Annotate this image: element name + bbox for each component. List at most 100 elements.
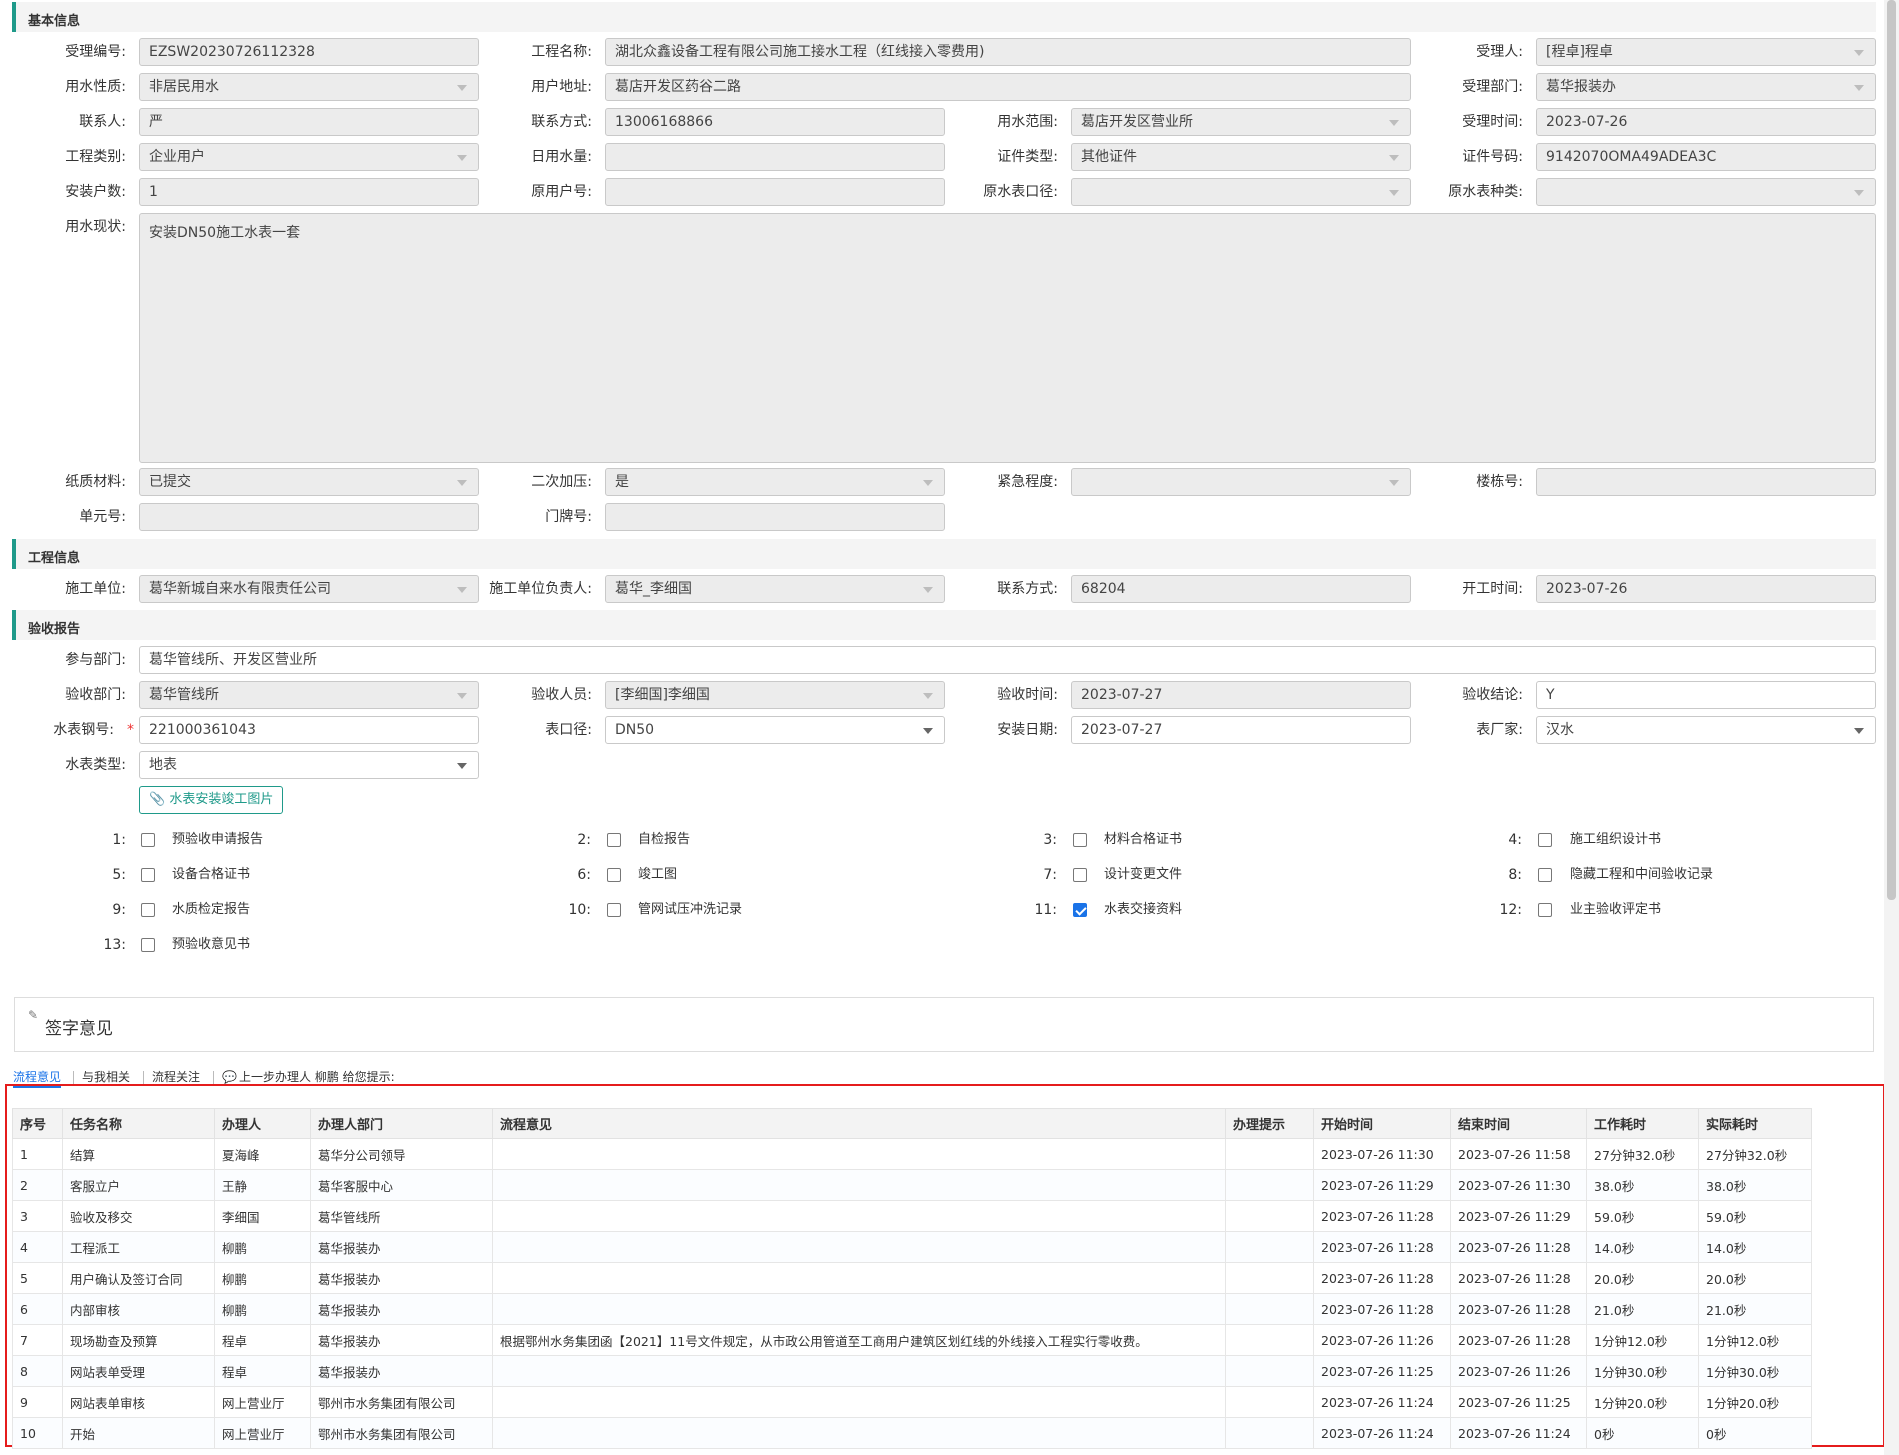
header-cell[interactable]: 工作耗时 <box>1586 1108 1699 1139</box>
signature-opinion-box[interactable]: ✎ 签字意见 <box>14 997 1874 1052</box>
table-row[interactable]: 2 客服立户 王静 葛华客服中心 2023-07-26 11:29 2023-07-26 … <box>12 1169 1812 1201</box>
check-label: 管网试压冲洗记录 <box>638 902 743 917</box>
scrollbar-thumb[interactable] <box>1887 0 1896 900</box>
paper-material-select[interactable]: 已提交 <box>139 468 479 496</box>
table-cell: 2023-07-26 11:25 <box>1450 1386 1587 1418</box>
builder-select[interactable]: 葛华新城自来水有限责任公司 <box>139 575 479 603</box>
meter-no-field[interactable]: 221000361043 <box>139 716 479 744</box>
checkbox[interactable] <box>141 868 155 882</box>
depts-label: 参与部门: <box>65 652 126 668</box>
checkbox[interactable] <box>1538 833 1552 847</box>
accept-time-field[interactable]: 2023-07-26 <box>1536 108 1876 136</box>
table-row[interactable]: 5 用户确认及签订合同 柳鹏 葛华报装办 2023-07-26 11:28 2023-07… <box>12 1262 1812 1294</box>
checkbox[interactable] <box>1073 833 1087 847</box>
table-row[interactable]: 6 内部审核 柳鹏 葛华报装办 2023-07-26 11:28 2023-07-26 1… <box>12 1293 1812 1325</box>
table-row[interactable]: 10 开始 网上营业厅 鄂州市水务集团有限公司 2023-07-26 11:24 2023… <box>12 1417 1812 1449</box>
daily-water-field[interactable] <box>605 143 945 171</box>
urgency-select[interactable] <box>1071 468 1411 496</box>
table-cell: 1分钟30.0秒 <box>1586 1355 1699 1387</box>
table-row[interactable]: 3 验收及移交 李细国 葛华管线所 2023-07-26 11:28 2023-07-26… <box>12 1200 1812 1232</box>
project-type-label: 工程类别: <box>65 149 126 165</box>
cert-type-select[interactable]: 其他证件 <box>1071 143 1411 171</box>
table-cell: 1分钟20.0秒 <box>1698 1386 1812 1418</box>
table-cell: 柳鹏 <box>214 1293 311 1325</box>
secondary-pressure-select[interactable]: 是 <box>605 468 945 496</box>
water-status-textarea[interactable]: 安装DN50施工水表一套 <box>139 213 1876 463</box>
orig-meter-type-label: 原水表种类: <box>1448 184 1523 200</box>
header-cell[interactable]: 办理提示 <box>1225 1108 1314 1139</box>
install-date-field[interactable]: 2023-07-27 <box>1071 716 1411 744</box>
checkbox[interactable] <box>1538 903 1552 917</box>
checkbox[interactable] <box>1538 868 1552 882</box>
table-row[interactable]: 7 现场勘查及预算 程卓 葛华报装办 根据鄂州水务集团函【2021】11号文件规定，从市… <box>12 1324 1812 1356</box>
caliber-select[interactable]: DN50 <box>605 716 945 744</box>
water-nature-select[interactable]: 非居民用水 <box>139 73 479 101</box>
table-cell <box>1225 1200 1314 1232</box>
table-cell: 网上营业厅 <box>214 1417 311 1449</box>
building-no-label: 楼栋号: <box>1476 474 1523 490</box>
table-row[interactable]: 4 工程派工 柳鹏 葛华报装办 2023-07-26 11:28 2023-07-26 1… <box>12 1231 1812 1263</box>
accept-dept2-select[interactable]: 葛华管线所 <box>139 681 479 709</box>
project-type-select[interactable]: 企业用户 <box>139 143 479 171</box>
checkbox[interactable] <box>141 938 155 952</box>
header-cell[interactable]: 结束时间 <box>1450 1108 1587 1139</box>
checkbox[interactable] <box>141 903 155 917</box>
table-cell: 网上营业厅 <box>214 1386 311 1418</box>
project-phone-field[interactable]: 68204 <box>1071 575 1411 603</box>
check-num: 3: <box>1043 832 1057 848</box>
manufacturer-select[interactable]: 汉水 <box>1536 716 1876 744</box>
checkbox[interactable] <box>1073 868 1087 882</box>
header-cell[interactable]: 办理人部门 <box>310 1108 493 1139</box>
header-cell[interactable]: 流程意见 <box>492 1108 1226 1139</box>
table-cell <box>492 1355 1226 1387</box>
table-row[interactable]: 1 结算 夏海峰 葛华分公司领导 2023-07-26 11:30 2023-07-26 … <box>12 1138 1812 1170</box>
header-cell[interactable]: 实际耗时 <box>1698 1108 1812 1139</box>
header-cell[interactable]: 任务名称 <box>62 1108 215 1139</box>
contact-field[interactable]: 严 <box>139 108 479 136</box>
table-cell: 9 <box>12 1386 63 1418</box>
header-cell[interactable]: 序号 <box>12 1108 63 1139</box>
start-time-field[interactable]: 2023-07-26 <box>1536 575 1876 603</box>
depts-field[interactable]: 葛华管线所、开发区营业所 <box>139 646 1876 674</box>
checkbox[interactable] <box>607 903 621 917</box>
install-count-field[interactable]: 1 <box>139 178 479 206</box>
unit-no-field[interactable] <box>139 503 479 531</box>
orig-meter-caliber-label: 原水表口径: <box>983 184 1058 200</box>
contact-phone-field[interactable]: 13006168866 <box>605 108 945 136</box>
table-cell: 王静 <box>214 1169 311 1201</box>
user-address-field[interactable]: 葛店开发区药谷二路 <box>605 73 1411 101</box>
accept-dept-select[interactable]: 葛华报装办 <box>1536 73 1876 101</box>
table-row[interactable]: 8 网站表单受理 程卓 葛华报装办 2023-07-26 11:25 2023-07-26… <box>12 1355 1812 1387</box>
table-cell: 2023-07-26 11:26 <box>1313 1324 1451 1356</box>
table-cell <box>1225 1138 1314 1170</box>
header-cell[interactable]: 办理人 <box>214 1108 311 1139</box>
checkbox[interactable] <box>607 868 621 882</box>
table-row[interactable]: 9 网站表单审核 网上营业厅 鄂州市水务集团有限公司 2023-07-26 11:24 2… <box>12 1386 1812 1418</box>
vertical-scrollbar[interactable] <box>1884 0 1899 1455</box>
handler-select[interactable]: [程卓]程卓 <box>1536 38 1876 66</box>
door-no-field[interactable] <box>605 503 945 531</box>
conclusion-field[interactable]: Y <box>1536 681 1876 709</box>
table-cell: 鄂州市水务集团有限公司 <box>310 1386 493 1418</box>
checkbox-checked[interactable] <box>1073 903 1087 917</box>
install-date-label: 安装日期: <box>997 722 1058 738</box>
orig-user-no-field[interactable] <box>605 178 945 206</box>
table-cell: 2023-07-26 11:28 <box>1313 1231 1451 1263</box>
checkbox[interactable] <box>141 833 155 847</box>
cert-no-field[interactable]: 9142070OMA49ADEA3C <box>1536 143 1876 171</box>
upload-photo-button[interactable]: 📎 水表安装竣工图片 <box>139 786 284 814</box>
building-no-field[interactable] <box>1536 468 1876 496</box>
meter-type-select[interactable]: 地表 <box>139 751 479 779</box>
accept-person-select[interactable]: [李细国]李细国 <box>605 681 945 709</box>
header-cell[interactable]: 开始时间 <box>1313 1108 1451 1139</box>
builder-leader-select[interactable]: 葛华_李细国 <box>605 575 945 603</box>
accept-time2-field[interactable]: 2023-07-27 <box>1071 681 1411 709</box>
accept-no-field[interactable]: EZSW20230726112328 <box>139 38 479 66</box>
table-cell: 2023-07-26 11:28 <box>1450 1231 1587 1263</box>
project-name-field[interactable]: 湖北众鑫设备工程有限公司施工接水工程（红线接入零费用) <box>605 38 1411 66</box>
accept-person-label: 验收人员: <box>531 687 592 703</box>
orig-meter-caliber-select[interactable] <box>1071 178 1411 206</box>
water-scope-select[interactable]: 葛店开发区营业所 <box>1071 108 1411 136</box>
checkbox[interactable] <box>607 833 621 847</box>
orig-meter-type-select[interactable] <box>1536 178 1876 206</box>
